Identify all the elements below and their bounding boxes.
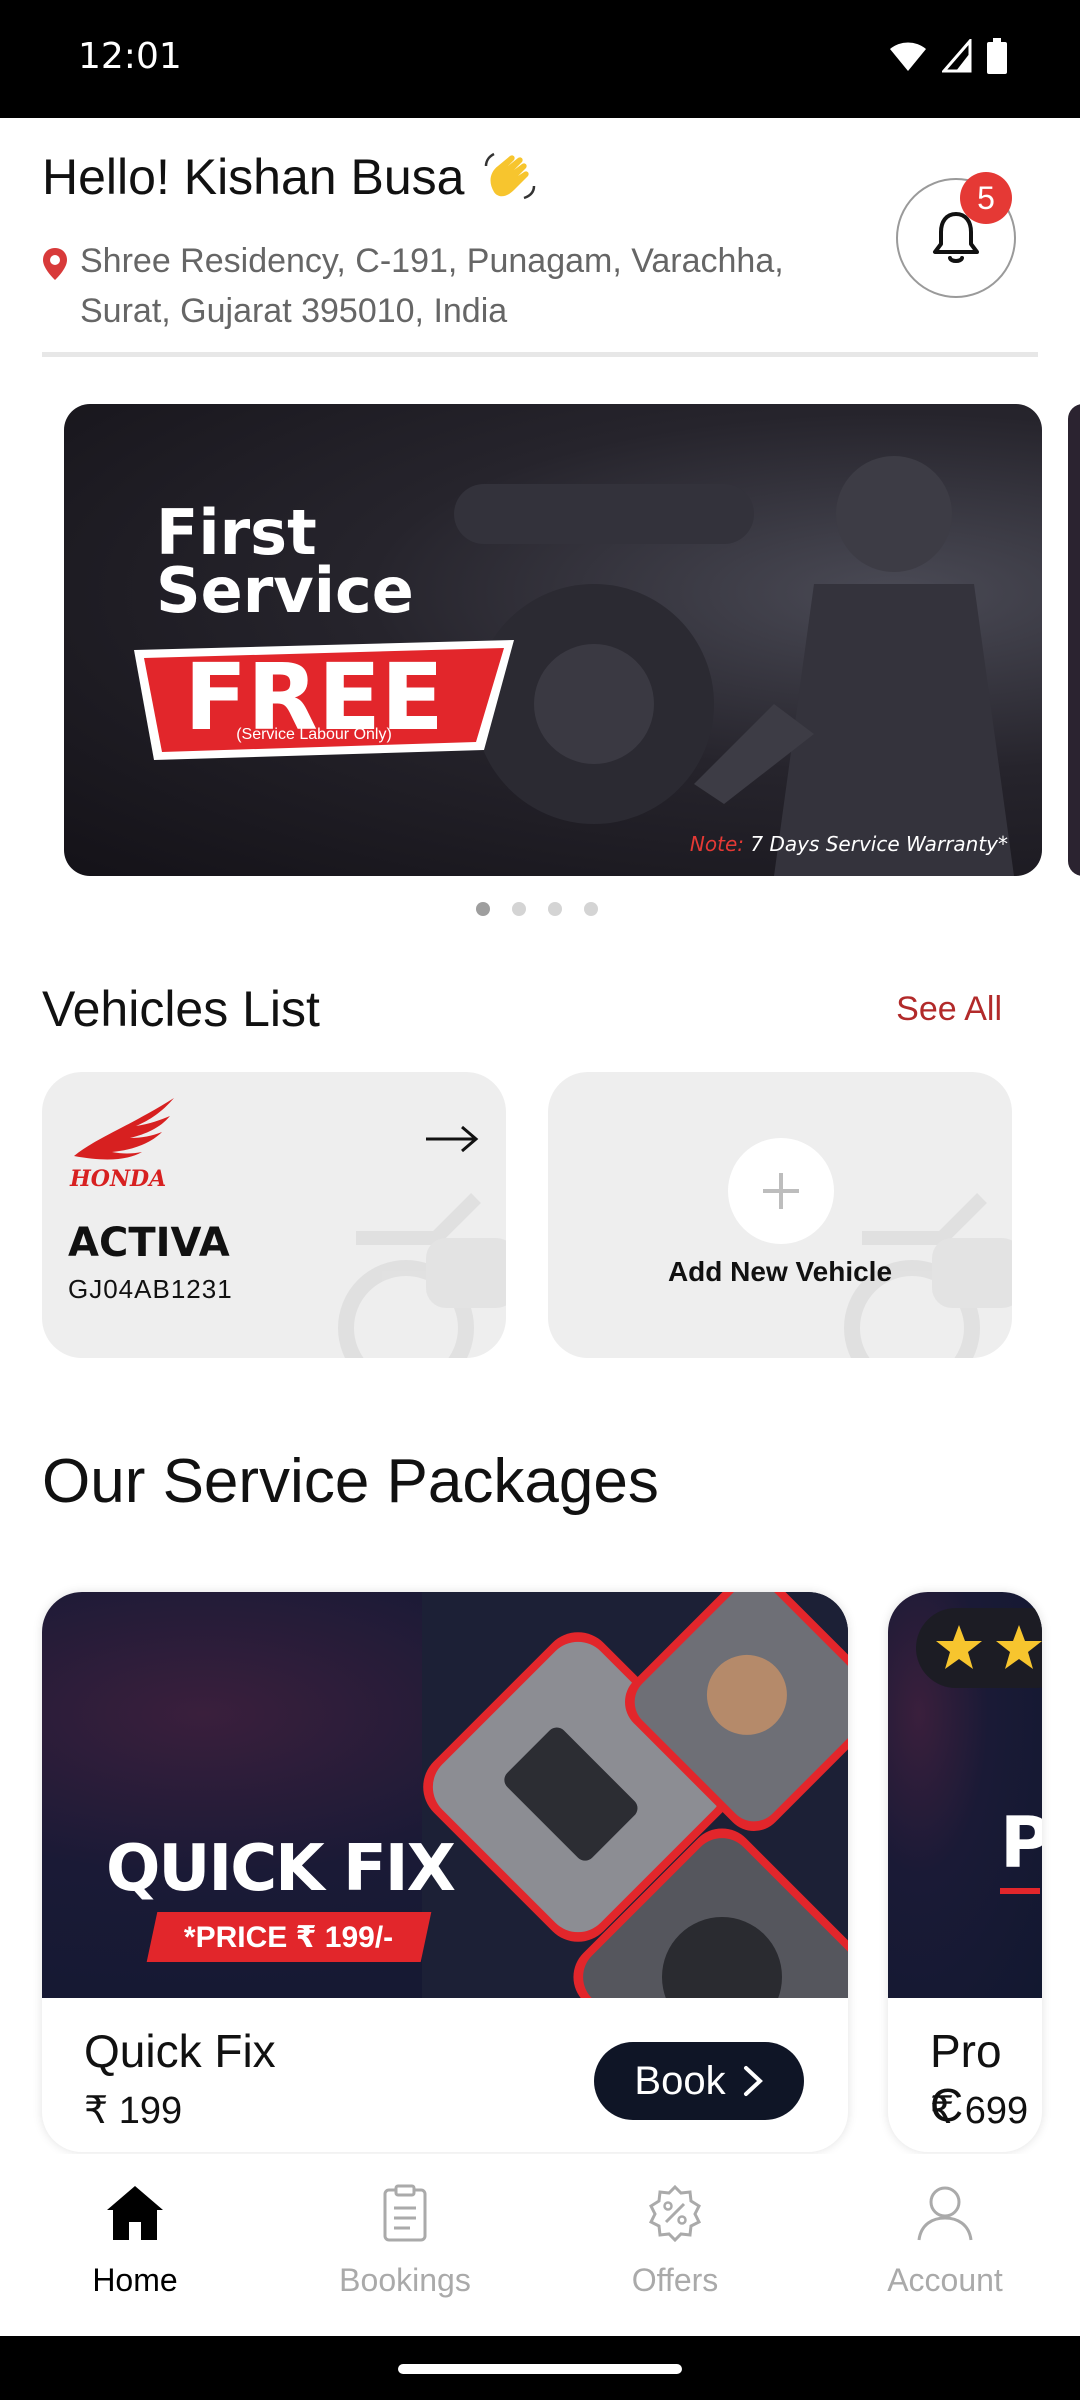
package-image-price: *PRICE ₹ 199/- — [184, 1920, 394, 1954]
nav-label: Offers — [631, 2262, 719, 2298]
package-price: ₹ 199 — [84, 2090, 183, 2132]
nav-label: Home — [92, 2262, 178, 2298]
package-name: Quick Fix — [84, 2025, 276, 2077]
address-line-2: Surat, Gujarat 395010, India — [80, 292, 508, 330]
star-icon — [936, 1625, 982, 1669]
pagination-dot[interactable] — [584, 902, 598, 916]
banner-note-text: 7 Days Service Warranty* — [750, 832, 1008, 856]
scooter-illustration — [338, 1193, 506, 1358]
banner-note-label: Note: — [689, 832, 745, 856]
packages-section-title: Our Service Packages — [42, 1447, 659, 1516]
signal-icon — [942, 39, 972, 73]
pagination-dot[interactable] — [512, 902, 526, 916]
package-card[interactable]: QUICK FIX *PRICE ₹ 199/- Quick Fix ₹ 199… — [42, 1592, 848, 2152]
vehicle-brand: HONDA — [69, 1166, 166, 1192]
arrow-right-icon[interactable] — [424, 1124, 480, 1154]
wifi-icon — [890, 42, 926, 71]
header-divider — [42, 352, 1038, 357]
location-pin-icon — [43, 248, 67, 280]
add-vehicle-card[interactable]: Add New Vehicle — [548, 1072, 1012, 1358]
status-time: 12:01 — [78, 36, 182, 77]
nav-item-offers[interactable]: Offers — [540, 2178, 810, 2299]
rating-stars — [916, 1608, 1042, 1688]
package-card[interactable]: P Pro C ₹ 699 — [888, 1592, 1042, 2152]
battery-icon — [987, 38, 1007, 74]
next-banner-peek[interactable] — [1068, 404, 1080, 876]
banner-pagination — [476, 902, 598, 916]
nav-item-account[interactable]: Account — [810, 2178, 1080, 2299]
book-button[interactable]: Book — [594, 2042, 804, 2120]
status-bar: 12:01 — [0, 0, 1080, 118]
nav-item-home[interactable]: Home — [0, 2178, 270, 2299]
pagination-dot[interactable] — [476, 902, 490, 916]
plus-icon — [763, 1173, 799, 1209]
banner-note: Note: 7 Days Service Warranty* — [690, 832, 1008, 856]
chevron-right-icon — [743, 2066, 763, 2096]
home-gesture-bar[interactable] — [398, 2364, 682, 2374]
package-image: P — [888, 1592, 1042, 1998]
notification-count-badge: 5 — [960, 172, 1012, 224]
home-icon — [107, 2186, 163, 2240]
vehicle-card[interactable]: HONDA ACTIVA GJ04AB1231 — [42, 1072, 506, 1358]
banner-highlight-sub: (Service Labour Only) — [236, 726, 392, 743]
honda-wing-logo: HONDA — [69, 1098, 174, 1192]
greeting: Hello! Kishan Busa — [42, 148, 538, 206]
book-button-label: Book — [634, 2058, 726, 2103]
package-image-title: QUICK FIX — [106, 1832, 456, 1906]
nav-item-bookings[interactable]: Bookings — [270, 2178, 540, 2299]
package-image-price-tag: *PRICE ₹ 199/- — [146, 1912, 432, 1962]
vehicles-section-title: Vehicles List — [42, 981, 320, 1037]
package-image: QUICK FIX *PRICE ₹ 199/- — [42, 1592, 848, 1998]
nav-label: Account — [887, 2262, 1003, 2298]
vehicle-plate: GJ04AB1231 — [68, 1274, 233, 1304]
greeting-text: Hello! Kishan Busa — [42, 149, 465, 205]
add-vehicle-button[interactable] — [728, 1138, 834, 1244]
vehicle-model: ACTIVA — [68, 1220, 230, 1266]
see-all-vehicles-link[interactable]: See All — [896, 990, 1002, 1029]
star-icon — [996, 1625, 1042, 1669]
status-icons — [888, 38, 1008, 74]
add-vehicle-label: Add New Vehicle — [667, 1256, 893, 1287]
package-price: ₹ 699 — [930, 2090, 1029, 2132]
user-icon — [917, 2186, 973, 2241]
bottom-navigation: Home Bookings Offers Account — [0, 2154, 1080, 2336]
pagination-dot[interactable] — [548, 902, 562, 916]
package-image-accent — [1000, 1888, 1040, 1894]
discount-badge-icon — [648, 2184, 702, 2242]
delivery-address[interactable]: Shree Residency, C-191, Punagam, Varachh… — [42, 236, 862, 336]
waving-hand-icon — [485, 152, 536, 200]
clipboard-icon — [383, 2184, 427, 2242]
promo-banner[interactable]: First Service FREE (Service Labour Only)… — [64, 404, 1042, 876]
banner-title: First Service — [156, 502, 414, 627]
package-image-title: P — [1000, 1802, 1042, 1884]
nav-label: Bookings — [339, 2262, 471, 2298]
address-line-1: Shree Residency, C-191, Punagam, Varachh… — [80, 242, 784, 280]
banner-title-line-2: Service — [156, 554, 414, 627]
